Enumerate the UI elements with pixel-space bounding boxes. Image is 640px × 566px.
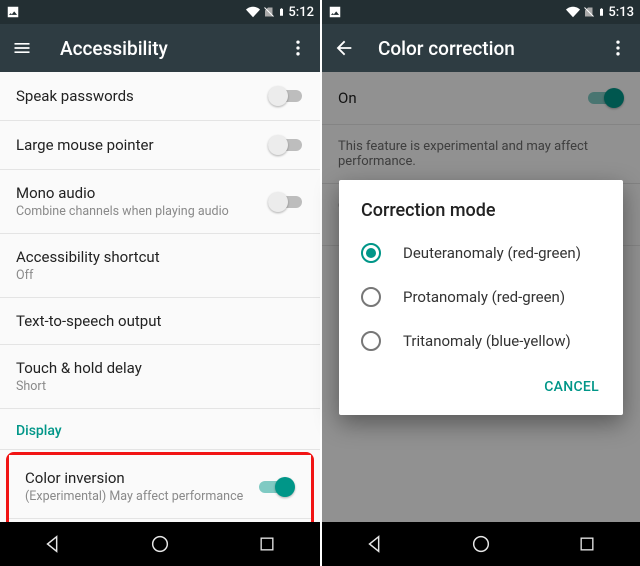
cancel-button[interactable]: CANCEL [534, 371, 609, 403]
switch-speak-passwords[interactable] [268, 86, 304, 106]
option-protanomaly[interactable]: Protanomaly (red-green) [339, 275, 623, 319]
picture-icon [6, 5, 20, 19]
nav-home-button[interactable] [136, 522, 184, 566]
row-mono-audio[interactable]: Mono audio Combine channels when playing… [0, 170, 320, 234]
option-deuteranomaly[interactable]: Deuteranomaly (red-green) [339, 231, 623, 275]
nav-recent-button[interactable] [563, 522, 611, 566]
radio-icon [361, 331, 381, 351]
battery-icon [277, 5, 286, 19]
appbar-title: Color correction [378, 37, 604, 60]
no-sim-icon [583, 5, 595, 19]
label: Speak passwords [16, 87, 268, 105]
nav-recent-icon [257, 534, 277, 554]
row-color-correction[interactable]: Color correction Off [9, 519, 311, 522]
overflow-button[interactable] [284, 34, 312, 62]
switch-color-inversion[interactable] [259, 477, 295, 497]
label: Large mouse pointer [16, 136, 268, 154]
navigation-bar [322, 522, 640, 566]
more-vert-icon [288, 38, 308, 58]
battery-icon [597, 5, 606, 19]
nav-back-icon [364, 533, 386, 555]
nav-back-button[interactable] [29, 522, 77, 566]
row-color-inversion[interactable]: Color inversion (Experimental) May affec… [9, 455, 311, 519]
option-label: Protanomaly (red-green) [403, 288, 565, 306]
back-button[interactable] [330, 34, 358, 62]
appbar: Color correction [322, 24, 640, 72]
menu-button[interactable] [8, 34, 36, 62]
label: Accessibility shortcut [16, 248, 304, 266]
arrow-back-icon [333, 37, 355, 59]
wifi-icon [565, 5, 581, 19]
dialog-scrim[interactable]: Correction mode Deuteranomaly (red-green… [322, 72, 640, 522]
wifi-icon [245, 5, 261, 19]
status-time: 5:12 [288, 5, 314, 20]
option-label: Tritanomaly (blue-yellow) [403, 332, 571, 350]
status-time: 5:13 [608, 5, 634, 20]
status-bar: 5:13 [322, 0, 640, 24]
sublabel: Off [16, 268, 304, 283]
nav-back-icon [42, 533, 64, 555]
section-header-display: Display [0, 409, 320, 450]
switch-large-mouse-pointer[interactable] [268, 135, 304, 155]
settings-list[interactable]: Speak passwords Large mouse pointer Mono… [0, 72, 320, 522]
label: Mono audio [16, 184, 268, 202]
highlight-annotation: Color inversion (Experimental) May affec… [6, 452, 314, 522]
radio-icon [361, 287, 381, 307]
row-large-mouse-pointer[interactable]: Large mouse pointer [0, 121, 320, 170]
device-left: 5:12 Accessibility Speak passwords Large… [0, 0, 320, 566]
option-tritanomaly[interactable]: Tritanomaly (blue-yellow) [339, 319, 623, 363]
navigation-bar [0, 522, 320, 566]
label: Touch & hold delay [16, 359, 304, 377]
nav-recent-button[interactable] [243, 522, 291, 566]
row-tts[interactable]: Text-to-speech output [0, 298, 320, 345]
label: Text-to-speech output [16, 312, 304, 330]
nav-home-icon [470, 533, 492, 555]
nav-home-icon [149, 533, 171, 555]
label: Color inversion [25, 469, 259, 487]
nav-recent-icon [577, 534, 597, 554]
more-vert-icon [608, 38, 628, 58]
no-sim-icon [263, 5, 275, 19]
switch-mono-audio[interactable] [268, 192, 304, 212]
overflow-button[interactable] [604, 34, 632, 62]
appbar: Accessibility [0, 24, 320, 72]
nav-back-button[interactable] [351, 522, 399, 566]
radio-icon [361, 243, 381, 263]
sublabel: Combine channels when playing audio [16, 204, 268, 219]
picture-icon [328, 5, 342, 19]
status-bar: 5:12 [0, 0, 320, 24]
sublabel: (Experimental) May affect performance [25, 489, 259, 504]
correction-mode-dialog: Correction mode Deuteranomaly (red-green… [339, 180, 623, 415]
appbar-title: Accessibility [60, 37, 284, 60]
device-right: 5:13 Color correction On This feature is… [320, 0, 640, 566]
nav-home-button[interactable] [457, 522, 505, 566]
row-accessibility-shortcut[interactable]: Accessibility shortcut Off [0, 234, 320, 298]
row-speak-passwords[interactable]: Speak passwords [0, 72, 320, 121]
dialog-title: Correction mode [339, 200, 623, 231]
sublabel: Short [16, 379, 304, 394]
hamburger-icon [12, 38, 32, 58]
row-touch-hold-delay[interactable]: Touch & hold delay Short [0, 345, 320, 409]
option-label: Deuteranomaly (red-green) [403, 244, 581, 262]
